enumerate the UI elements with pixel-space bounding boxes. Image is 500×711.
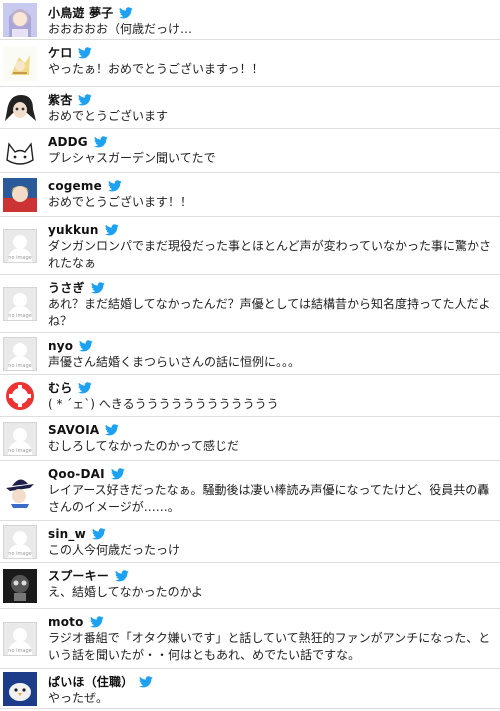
user-name[interactable]: moto [48,615,84,629]
tweet-text: ラジオ番組で「オタク嫌いです」と話していて熱狂的ファンがアンチになった、という話… [48,631,491,662]
tweet-item: cogeme おめでとうございます！！ [0,173,500,217]
twitter-bird-icon [91,527,106,539]
tweet-header: Qoo-DAI [48,465,494,482]
cat-sketch-avatar[interactable] [3,134,37,168]
tweet-text: ( * ´ェ`) へきるうううううううううううう [48,397,279,411]
tweet-item: ADDG プレシャスガーデン聞いてたで [0,129,500,173]
twitter-bird-icon [78,46,93,58]
twitter-bird-icon [79,339,93,351]
dark-hair-avatar[interactable] [3,91,37,125]
tweet-header: むら [48,379,494,396]
no-image-avatar[interactable]: no image [3,337,37,371]
twitter-bird-icon [115,569,129,581]
tweet-item: no image うさぎ あれ？まだ結婚してなかったんだ？声優としては結構昔から知名… [0,275,500,333]
tweet-item: no image moto ラジオ番組で「オタク嫌いです」と話していて熱狂的ファンが… [0,609,500,669]
user-name[interactable]: Qoo-DAI [48,467,105,481]
tweet-header: スプーキー [48,567,494,584]
tweet-item: no image SAVOIA むしろしてなかったのかって感じだ [0,417,500,461]
no-image-avatar[interactable]: no image [3,287,37,321]
twitter-bird-icon [107,179,122,191]
twitter-bird-icon [139,675,154,687]
no-image-caption: no image [8,648,32,654]
user-name[interactable]: むら [48,379,72,396]
tweet-header: うさぎ [48,279,494,296]
tweet-item: ケロ やったぁ！おめでとうございますっ！！ [0,40,500,87]
tweet-text: むしろしてなかったのかって感じだ [48,439,240,453]
tweet-item: no image sin_w この人今何歳だったっけ [0,521,500,563]
tweet-header: cogeme [48,177,494,194]
tweet-text: あれ？まだ結婚してなかったんだ？声優としては結構昔から知名度持ってた人だよね？ [48,297,491,328]
no-image-avatar[interactable]: no image [3,229,37,263]
robot-avatar[interactable] [3,569,37,603]
tweet-header: yukkun [48,221,494,238]
user-name[interactable]: 紫杏 [48,91,72,108]
tweet-item: no image nyo 声優さん結婚くまつらいさんの話に恒例に。。。 [0,333,500,375]
tweet-header: nyo [48,337,494,354]
no-image-caption: no image [8,255,32,261]
illustration-avatar[interactable] [3,47,37,81]
tweet-text: え、結婚してなかったのかよ [48,585,204,599]
user-name[interactable]: SAVOIA [48,423,99,437]
tweet-item: スプーキー え、結婚してなかったのかよ [0,563,500,609]
tweet-text: この人今何歳だったっけ [48,543,181,557]
no-image-avatar[interactable]: no image [3,622,37,656]
user-name[interactable]: うさぎ [48,279,85,296]
tweet-text: 声優さん結婚くまつらいさんの話に恒例に。。。 [48,355,301,369]
tweet-item: むら( * ´ェ`) へきるうううううううううううう [0,375,500,417]
no-image-caption: no image [8,551,32,557]
tweet-header: SAVOIA [48,421,494,438]
tweet-text: やったぜ。 [48,691,109,705]
no-image-caption: no image [8,363,32,369]
tweet-item: 小鳥遊 夢子 おおおおお（何歳だっけ… [0,0,500,40]
no-image-avatar[interactable]: no image [3,525,37,559]
twitter-bird-icon [119,6,134,18]
user-name[interactable]: 小鳥遊 夢子 [48,4,113,21]
tweet-text: おおおおお（何歳だっけ… [48,22,193,36]
user-name[interactable]: ADDG [48,135,88,149]
twitter-bird-icon [104,223,119,235]
twitter-bird-icon [89,615,104,627]
tweet-text: おめでとうございます [48,109,169,123]
twitter-bird-icon [78,93,93,105]
tweet-feed: 小鳥遊 夢子 おおおおお（何歳だっけ… ケロ やったぁ！おめでとうございますっ！！ 紫杏… [0,0,500,709]
twitter-bird-icon [93,135,108,147]
tweet-item: ぱいほ（住職） やったぜ。 [0,669,500,709]
no-image-caption: no image [8,313,32,319]
tweet-header: moto [48,613,494,630]
user-name[interactable]: ケロ [48,44,72,61]
no-image-caption: no image [8,448,32,454]
user-name[interactable]: nyo [48,339,73,353]
twitter-bird-icon [105,423,120,435]
user-name[interactable]: ぱいほ（住職） [48,673,133,690]
tweet-item: Qoo-DAI レイアース好きだったなぁ。騒動後は凄い棒読み声優になってたけど、役… [0,461,500,521]
anime-girl-avatar[interactable] [3,3,37,37]
tweet-header: 紫杏 [48,91,494,108]
no-image-avatar[interactable]: no image [3,422,37,456]
tweet-item: 紫杏 おめでとうございます [0,87,500,129]
tweet-text: おめでとうございます！！ [48,195,193,209]
twitter-bird-icon [78,381,93,393]
twitter-bird-icon [90,281,105,293]
penguin-avatar[interactable] [3,672,37,706]
anime-boy-avatar[interactable] [3,178,37,212]
tweet-text: ダンガンロンパでまだ現役だった事とほとんど声が変わっていなかった事に驚かされたな… [48,239,492,270]
hat-character-avatar[interactable] [3,474,37,508]
tweet-item: no image yukkun ダンガンロンパでまだ現役だった事とほとんど声が変わっ… [0,217,500,275]
twitter-bird-icon [110,467,125,479]
tweet-text: プレシャスガーデン聞いてたで [48,151,216,165]
user-name[interactable]: sin_w [48,527,86,541]
tweet-text: レイアース好きだったなぁ。騒動後は凄い棒読み声優になってたけど、役員共の轟さんの… [48,483,490,514]
tweet-header: ぱいほ（住職） [48,673,494,690]
user-name[interactable]: yukkun [48,223,99,237]
lifebuoy-avatar[interactable] [3,379,37,413]
tweet-header: 小鳥遊 夢子 [48,4,494,21]
tweet-header: ADDG [48,133,494,150]
tweet-header: sin_w [48,525,494,542]
user-name[interactable]: cogeme [48,179,102,193]
tweet-text: やったぁ！おめでとうございますっ！！ [48,62,264,76]
user-name[interactable]: スプーキー [48,567,109,584]
tweet-header: ケロ [48,44,494,61]
